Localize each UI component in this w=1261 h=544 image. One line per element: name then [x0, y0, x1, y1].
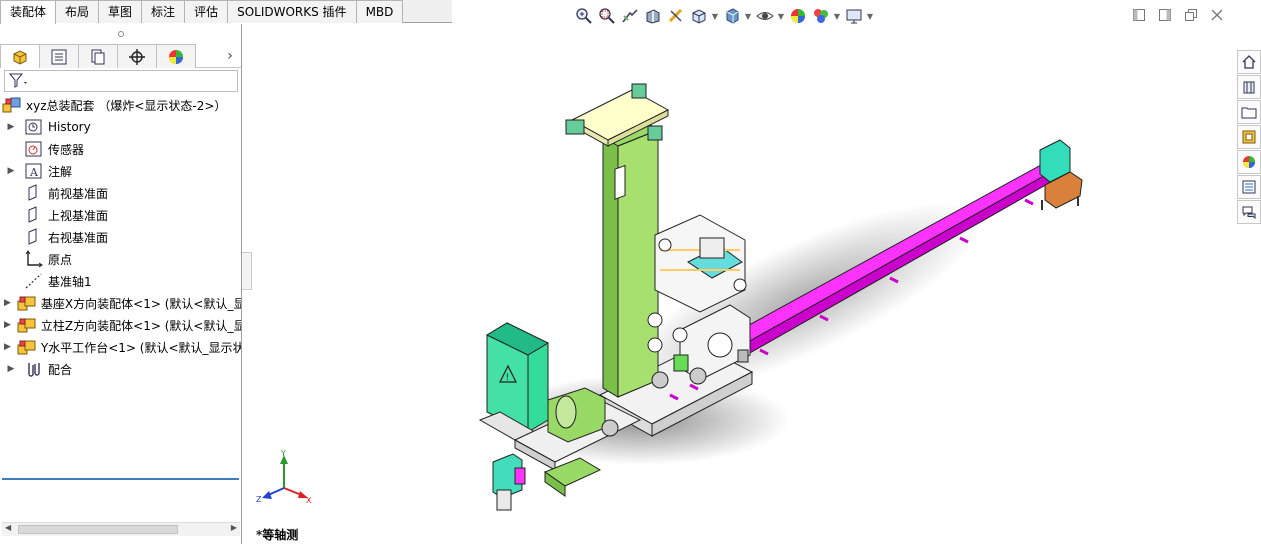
caret-right-icon[interactable]: ▶ — [4, 320, 11, 330]
tree-item-label: 原点 — [48, 252, 73, 267]
tree-item-label: 配合 — [48, 362, 73, 377]
svg-text:A: A — [29, 166, 39, 179]
tab-evaluate[interactable]: 评估 — [184, 0, 229, 23]
triad-x-label: X — [306, 496, 312, 505]
plane-icon — [24, 184, 44, 202]
caret-right-icon[interactable]: ▶ — [4, 166, 18, 176]
tile-left-icon[interactable] — [1126, 4, 1152, 26]
subassembly-icon — [17, 338, 37, 356]
tree-root-label: xyz总装配套 （爆炸<显示状态-2>） — [26, 98, 227, 113]
tab-mbd[interactable]: MBD — [355, 0, 404, 23]
tree-item[interactable]: ▶ A 注解 — [0, 160, 241, 182]
annotation-icon: A — [24, 162, 44, 180]
property-manager-tab-icon[interactable] — [39, 44, 79, 68]
view-orientation-label: *等轴测 — [256, 528, 299, 542]
tab-layout[interactable]: 布局 — [55, 0, 100, 23]
tree-item-label: 传感器 — [48, 142, 85, 157]
scroll-left-icon[interactable]: ◀ — [5, 523, 11, 532]
tree-item-label: 立柱Z方向装配体<1> (默认<默认_显 — [40, 318, 241, 333]
filter-icon — [9, 73, 27, 88]
tree-item-label: 右视基准面 — [48, 230, 109, 245]
tree-item-label: 前视基准面 — [48, 186, 109, 201]
tree-item[interactable]: 前视基准面 — [0, 182, 241, 204]
appearances-icon[interactable] — [1237, 150, 1261, 174]
tree-item-label: 上视基准面 — [48, 208, 109, 223]
tab-assembly[interactable]: 装配体 — [0, 0, 57, 24]
feature-manager-tabs: › — [0, 44, 241, 68]
horizontal-scrollbar[interactable]: ◀ ▶ — [2, 522, 240, 536]
design-library-icon[interactable] — [1237, 75, 1261, 99]
file-explorer-icon[interactable] — [1237, 100, 1261, 124]
caret-right-icon[interactable]: ▶ — [4, 298, 11, 308]
configuration-manager-tab-icon[interactable] — [78, 44, 118, 68]
tree-item-label: Y水平工作台<1> (默认<默认_显示状 — [40, 340, 241, 355]
tree-item[interactable]: 基准轴1 — [0, 270, 241, 292]
graphics-area[interactable]: ! — [244, 24, 1234, 544]
tab-sketch[interactable]: 草图 — [98, 0, 143, 23]
tab-solidworks-addins[interactable]: SOLIDWORKS 插件 — [227, 0, 357, 23]
scrollbar-thumb[interactable] — [18, 525, 178, 534]
feature-manager-panel: › xyz总装配套 （爆炸<显示状态-2>） ▶ History 传感器 ▶ A 注解前视… — [0, 24, 242, 544]
tab-markup[interactable]: 标注 — [141, 0, 186, 23]
triad-z-label: Z — [256, 495, 262, 504]
subassembly-icon — [17, 294, 37, 312]
tree-root-assembly[interactable]: xyz总装配套 （爆炸<显示状态-2>） — [0, 94, 241, 116]
tree-item-label: History — [48, 120, 91, 134]
tree-item[interactable]: 上视基准面 — [0, 204, 241, 226]
forum-icon[interactable] — [1237, 200, 1261, 224]
plane-icon — [24, 206, 44, 224]
tree-item[interactable]: ▶ 立柱Z方向装配体<1> (默认<默认_显 — [0, 314, 241, 336]
reference-triad: Y X Z — [256, 449, 316, 508]
tree-item[interactable]: ▶ 基座X方向装配体<1> (默认<默认_显 — [0, 292, 241, 314]
subassembly-icon — [17, 316, 37, 334]
caret-right-icon[interactable]: ▶ — [4, 122, 18, 132]
restore-window-icon[interactable] — [1178, 4, 1204, 26]
triad-y-label: Y — [280, 450, 286, 458]
feature-tree-tab-icon[interactable] — [0, 44, 40, 68]
tree-item[interactable]: ▶ 配合 — [0, 358, 241, 380]
panel-grip[interactable] — [0, 24, 241, 44]
history-icon — [24, 118, 44, 136]
dimxpert-tab-icon[interactable] — [117, 44, 157, 68]
tree-item[interactable]: 原点 — [0, 248, 241, 270]
tree-item[interactable]: 传感器 — [0, 138, 241, 160]
tree-item[interactable]: ▶ History — [0, 116, 241, 138]
chevron-right-icon[interactable]: › — [219, 44, 241, 67]
home-icon[interactable] — [1237, 50, 1261, 74]
rollback-bar[interactable] — [2, 478, 239, 480]
sensor-icon — [24, 140, 44, 158]
caret-right-icon[interactable]: ▶ — [4, 342, 11, 352]
tree-item-label: 基准轴1 — [48, 274, 92, 289]
electric-cabinet: ! — [478, 322, 550, 441]
command-manager-tabs: 装配体 布局 草图 标注 评估 SOLIDWORKS 插件 MBD — [0, 0, 452, 24]
origin-icon — [24, 250, 44, 268]
axis-icon — [24, 272, 44, 290]
tile-right-icon[interactable] — [1152, 4, 1178, 26]
caret-right-icon[interactable]: ▶ — [4, 364, 18, 374]
assembly-model[interactable]: ! — [244, 24, 1234, 544]
assembly-icon — [2, 96, 22, 114]
svg-text:!: ! — [506, 373, 510, 383]
beam-end-block — [1039, 139, 1083, 210]
tree-item-label: 基座X方向装配体<1> (默认<默认_显 — [40, 296, 241, 311]
plane-icon — [24, 228, 44, 246]
task-pane — [1237, 50, 1261, 225]
tree-item-label: 注解 — [48, 164, 73, 179]
custom-properties-icon[interactable] — [1237, 175, 1261, 199]
scroll-right-icon[interactable]: ▶ — [231, 523, 237, 532]
feature-tree: xyz总装配套 （爆炸<显示状态-2>） ▶ History 传感器 ▶ A 注解前视基准… — [0, 94, 241, 480]
tree-item[interactable]: 右视基准面 — [0, 226, 241, 248]
tree-item[interactable]: ▶ Y水平工作台<1> (默认<默认_显示状 — [0, 336, 241, 358]
z-axis-column — [602, 119, 659, 398]
display-manager-tab-icon[interactable] — [156, 44, 196, 68]
close-window-icon[interactable] — [1204, 4, 1230, 26]
column-top-plate — [565, 83, 670, 147]
view-palette-icon[interactable] — [1237, 125, 1261, 149]
window-controls — [1126, 4, 1230, 26]
mates-icon — [24, 360, 44, 378]
tree-filter[interactable] — [4, 70, 238, 92]
